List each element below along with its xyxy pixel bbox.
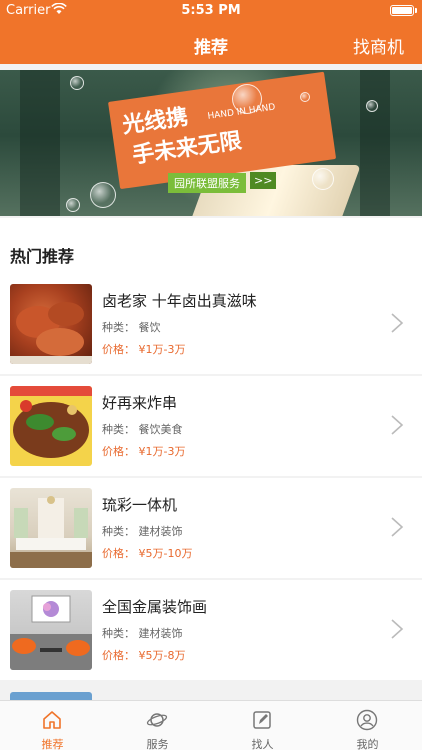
alliance-tag: 园所联盟服务: [168, 173, 246, 193]
list-item[interactable]: 好再来炸串 种类： 餐饮美食 价格： ¥1万-3万: [0, 376, 422, 476]
item-image-skewers: [10, 386, 92, 466]
status-bar: Carrier 5:53 PM: [0, 0, 422, 22]
bubble: [90, 182, 116, 208]
item-price: 价格： ¥1万-3万: [102, 445, 186, 458]
home-icon: [43, 711, 61, 729]
list-item[interactable]: 全国金属装饰画 种类： 建材装饰 价格： ¥5万-8万: [0, 580, 422, 680]
item-category: 种类： 建材装饰: [102, 627, 183, 640]
item-name: 卤老家 十年卤出真滋味: [102, 292, 257, 310]
battery-icon: [390, 5, 414, 16]
item-price: 价格： ¥5万-8万: [102, 649, 186, 662]
banner-tree: [360, 70, 390, 216]
edit-icon: [253, 711, 271, 729]
planet-icon: [146, 713, 168, 727]
tab-label: 推荐: [41, 738, 64, 750]
item-name: 琉彩一体机: [102, 496, 178, 514]
bubble: [366, 100, 378, 112]
bubble: [70, 76, 84, 90]
item-name: 全国金属装饰画: [102, 598, 208, 616]
tab-service[interactable]: 服务: [105, 701, 210, 750]
chevron-right-icon: [391, 619, 404, 639]
find-business-button[interactable]: 找商机: [353, 33, 404, 58]
user-icon: [356, 709, 378, 731]
tab-recommend[interactable]: 推荐: [0, 701, 105, 750]
item-name: 好再来炸串: [102, 394, 178, 412]
item-price: 价格： ¥5万-10万: [102, 547, 193, 560]
item-price: 价格： ¥1万-3万: [102, 343, 186, 356]
nav-bar: 推荐 找商机: [0, 22, 422, 64]
bubble: [300, 92, 310, 102]
item-category: 种类： 餐饮美食: [102, 423, 183, 436]
next-item-peek: [10, 692, 92, 700]
item-category: 种类： 餐饮: [102, 321, 161, 334]
tab-bar: 推荐 服务 找人 我的: [0, 700, 422, 750]
item-image-braised: [10, 284, 92, 364]
tab-label: 服务: [146, 738, 169, 750]
item-category: 种类： 建材装饰: [102, 525, 183, 538]
promo-banner[interactable]: 光线携 手未来无限 HAND IN HAND 园所联盟服务 >>: [0, 70, 422, 216]
bubble: [312, 168, 334, 190]
item-image-living-room: [10, 488, 92, 568]
tab-label: 找人: [251, 738, 274, 750]
battery-tip: [415, 8, 417, 13]
chevron-right-icon: [391, 415, 404, 435]
chevron-right-icon: [391, 517, 404, 537]
item-image-wall-art: [10, 590, 92, 670]
section-title: 热门推荐: [10, 247, 75, 266]
tab-mine[interactable]: 我的: [315, 701, 420, 750]
chevron-right-icon: [391, 313, 404, 333]
banner-tree: [20, 70, 60, 216]
tab-label: 我的: [356, 738, 379, 750]
tab-find-people[interactable]: 找人: [210, 701, 315, 750]
bubble: [232, 84, 262, 114]
bubble: [66, 198, 80, 212]
clock: 5:53 PM: [181, 3, 241, 18]
banner-arrow: >>: [250, 172, 277, 189]
list-item[interactable]: 琉彩一体机 种类： 建材装饰 价格： ¥5万-10万: [0, 478, 422, 578]
list-item[interactable]: 卤老家 十年卤出真滋味 种类： 餐饮 价格： ¥1万-3万: [0, 274, 422, 374]
